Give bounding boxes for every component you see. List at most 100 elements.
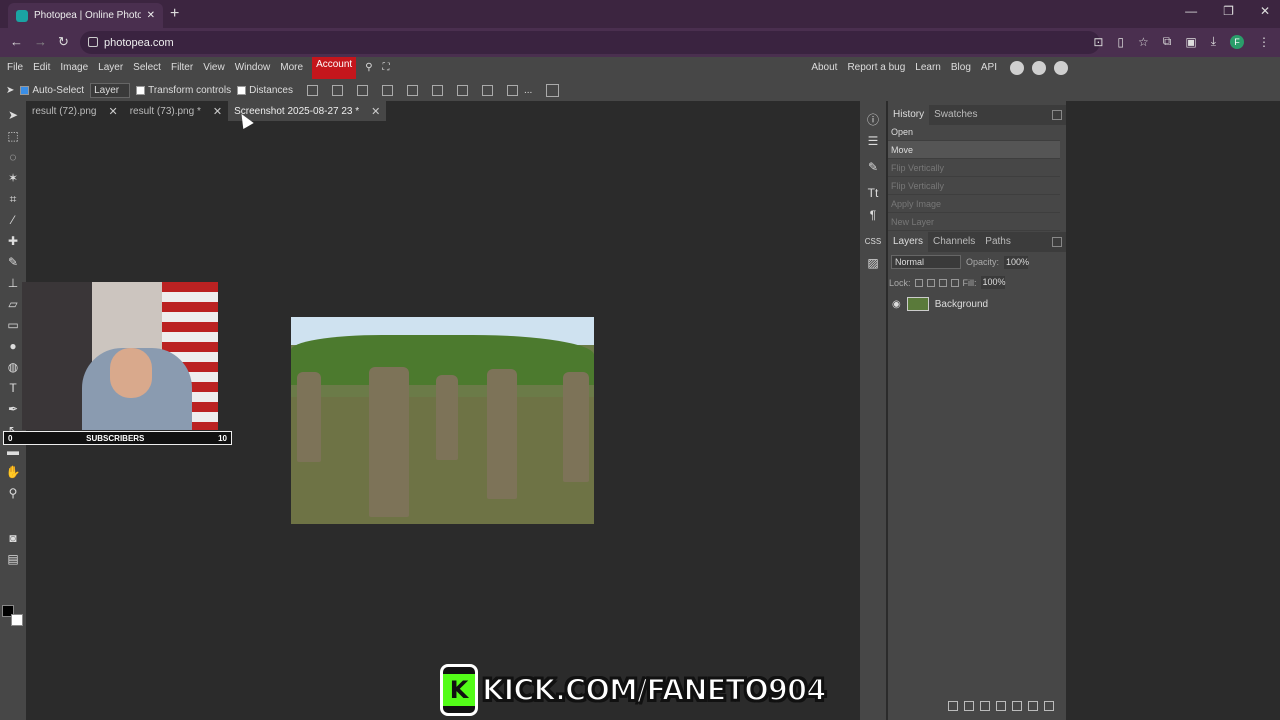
mask-icon[interactable]	[980, 701, 990, 711]
forward-button[interactable]: →	[34, 34, 47, 49]
menu-edit[interactable]: Edit	[28, 57, 55, 79]
blend-mode-dropdown[interactable]: Normal	[891, 255, 961, 269]
menu-image[interactable]: Image	[55, 57, 93, 79]
layer-select-dropdown[interactable]: Layer	[90, 82, 131, 98]
history-item[interactable]: Flip Vertically	[888, 177, 1060, 195]
twitter-icon[interactable]	[1032, 61, 1046, 75]
facebook-icon[interactable]	[1054, 61, 1068, 75]
menu-report-bug[interactable]: Report a bug	[842, 57, 910, 79]
close-window-button[interactable]: ✕	[1260, 4, 1270, 18]
search-icon[interactable]: ⚲	[360, 57, 377, 79]
align-top-icon[interactable]	[431, 84, 443, 96]
adjustments-icon[interactable]: ☰	[866, 134, 880, 148]
history-item[interactable]: New Layer	[888, 213, 1060, 231]
paragraph-icon[interactable]: ¶	[866, 208, 880, 222]
clone-stamp-tool-icon[interactable]: ⊥	[6, 276, 20, 290]
background-color-swatch[interactable]	[11, 614, 23, 626]
trash-icon[interactable]	[1044, 701, 1054, 711]
tab-history[interactable]: History	[888, 105, 930, 125]
tab-swatches[interactable]: Swatches	[929, 105, 982, 125]
new-layer-icon[interactable]	[1028, 701, 1038, 711]
distribute-horizontal-icon[interactable]	[506, 84, 518, 96]
account-button[interactable]: Account	[312, 57, 357, 79]
lasso-tool-icon[interactable]: ◌	[6, 150, 20, 164]
panel-menu-icon[interactable]	[1052, 110, 1062, 120]
eraser-tool-icon[interactable]: ▱	[6, 297, 20, 311]
menu-file[interactable]: File	[2, 57, 28, 79]
fullscreen-icon[interactable]: ⛶	[378, 57, 395, 79]
menu-select[interactable]: Select	[128, 57, 166, 79]
link-icon[interactable]	[948, 701, 958, 711]
canvas-image[interactable]	[291, 317, 594, 524]
align-center-icon[interactable]	[356, 84, 368, 96]
reload-button[interactable]: ↻	[58, 34, 69, 50]
menu-filter[interactable]: Filter	[166, 57, 198, 79]
close-icon[interactable]: ✕	[371, 105, 380, 118]
healing-tool-icon[interactable]: ✚	[6, 234, 20, 248]
install-app-icon[interactable]: ⊡	[1093, 35, 1103, 49]
menu-more[interactable]: More	[275, 57, 308, 79]
distances-box[interactable]	[237, 85, 247, 95]
profile-avatar[interactable]: F	[1230, 34, 1244, 49]
menu-learn[interactable]: Learn	[910, 57, 946, 79]
panel-menu-icon[interactable]	[1052, 237, 1062, 247]
menu-layer[interactable]: Layer	[93, 57, 128, 79]
quick-mask-icon[interactable]: ◙	[6, 531, 20, 545]
back-button[interactable]: ←	[10, 34, 23, 49]
browser-tab[interactable]: Photopea | Online Photo Editor ✕	[8, 3, 163, 28]
restore-button[interactable]: ❐	[1223, 4, 1234, 18]
menu-api[interactable]: API	[976, 57, 1002, 79]
layer-row[interactable]: ◉ Background	[888, 294, 1060, 314]
history-item[interactable]: Move	[888, 141, 1060, 159]
lock-position-icon[interactable]	[938, 278, 947, 287]
align-left-icon[interactable]	[331, 84, 343, 96]
align-middle-icon[interactable]	[456, 84, 468, 96]
close-icon[interactable]: ✕	[213, 105, 222, 118]
shape-tool-icon[interactable]: ▬	[6, 444, 20, 458]
history-item[interactable]: Open	[888, 123, 1060, 141]
history-item[interactable]: Apply Image	[888, 195, 1060, 213]
menu-window[interactable]: Window	[230, 57, 276, 79]
type-tool-icon[interactable]: T	[6, 381, 20, 395]
css-icon[interactable]: CSS	[865, 234, 881, 248]
pen-tool-icon[interactable]: ✒	[6, 402, 20, 416]
eye-icon[interactable]: ◉	[892, 299, 901, 310]
image-icon[interactable]: ▨	[866, 256, 880, 270]
download-icon[interactable]: ⤓	[1211, 34, 1216, 49]
extensions-icon[interactable]: ⧉	[1163, 34, 1172, 49]
fill-field[interactable]: 100%	[980, 276, 1006, 289]
adjustment-layer-icon[interactable]	[996, 701, 1006, 711]
grid-icon[interactable]	[546, 83, 560, 97]
transform-controls-checkbox[interactable]: Transform controls	[136, 85, 231, 96]
lock-all-icon[interactable]	[950, 278, 959, 287]
url-field[interactable]: photopea.com	[80, 31, 1100, 54]
menu-about[interactable]: About	[806, 57, 842, 79]
effects-icon[interactable]	[964, 701, 974, 711]
opacity-field[interactable]: 100%	[1004, 255, 1029, 269]
move-tool-icon[interactable]: ➤	[6, 85, 14, 96]
download-align-icon[interactable]	[306, 84, 318, 96]
sidebar-icon[interactable]: ▣	[1185, 35, 1196, 49]
screen-mode-icon[interactable]: ▤	[6, 552, 20, 566]
menu-view[interactable]: View	[198, 57, 230, 79]
tab-paths[interactable]: Paths	[980, 232, 1016, 252]
brush-tool-icon[interactable]: ✎	[6, 255, 20, 269]
brush-settings-icon[interactable]: ✎	[866, 160, 880, 174]
menu-blog[interactable]: Blog	[946, 57, 976, 79]
lock-pixels-icon[interactable]	[926, 278, 935, 287]
bookmark-star-icon[interactable]: ☆	[1138, 35, 1149, 49]
more-options[interactable]: ...	[524, 85, 532, 96]
align-right-icon[interactable]	[381, 84, 393, 96]
doc-tab-screenshot[interactable]: Screenshot 2025-08-27 23 * ✕	[228, 101, 387, 121]
doc-tab-result-73[interactable]: result (73).png * ✕	[124, 101, 228, 121]
align-bottom-icon[interactable]	[481, 84, 493, 96]
hand-tool-icon[interactable]: ✋	[6, 465, 21, 479]
info-icon[interactable]: ⓘ	[866, 112, 880, 127]
close-icon[interactable]: ✕	[108, 105, 117, 118]
blur-tool-icon[interactable]: ●	[6, 339, 20, 353]
tab-layers[interactable]: Layers	[888, 232, 929, 252]
crop-tool-icon[interactable]: ⌗	[6, 192, 20, 206]
history-item[interactable]: Flip Vertically	[888, 159, 1060, 177]
transform-controls-box[interactable]	[136, 85, 146, 95]
move-tool-icon[interactable]: ➤	[6, 108, 20, 122]
